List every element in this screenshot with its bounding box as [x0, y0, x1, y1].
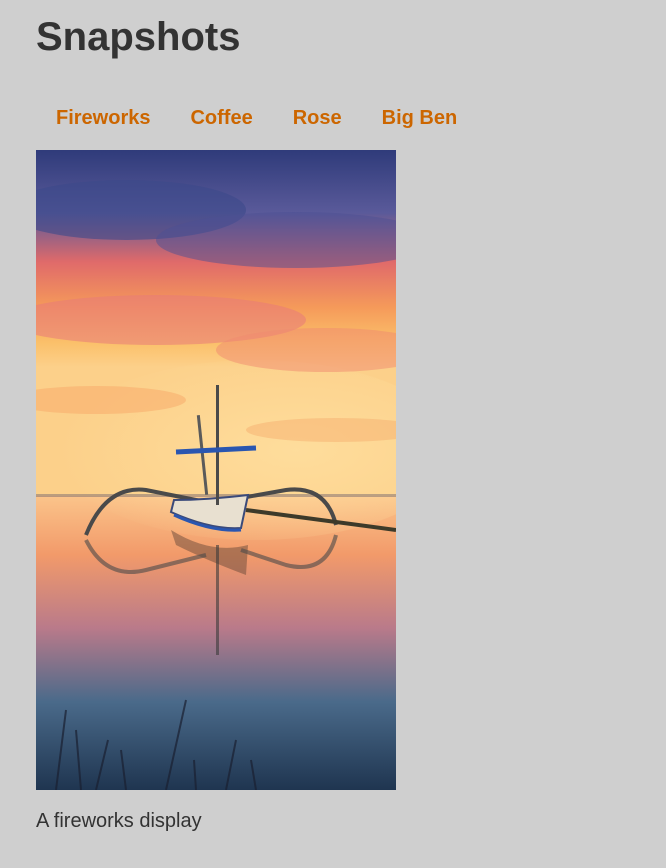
page-title: Snapshots: [36, 15, 241, 59]
nav-link-big-ben[interactable]: Big Ben: [362, 100, 478, 136]
boat-sunset-image: [36, 150, 396, 790]
nav-link-fireworks[interactable]: Fireworks: [36, 100, 170, 136]
gallery-nav: Fireworks Coffee Rose Big Ben: [36, 100, 477, 136]
nav-link-rose[interactable]: Rose: [273, 100, 362, 136]
nav-link-coffee[interactable]: Coffee: [170, 100, 272, 136]
photo-caption: A fireworks display: [36, 810, 202, 832]
gallery-photo: [36, 150, 396, 790]
